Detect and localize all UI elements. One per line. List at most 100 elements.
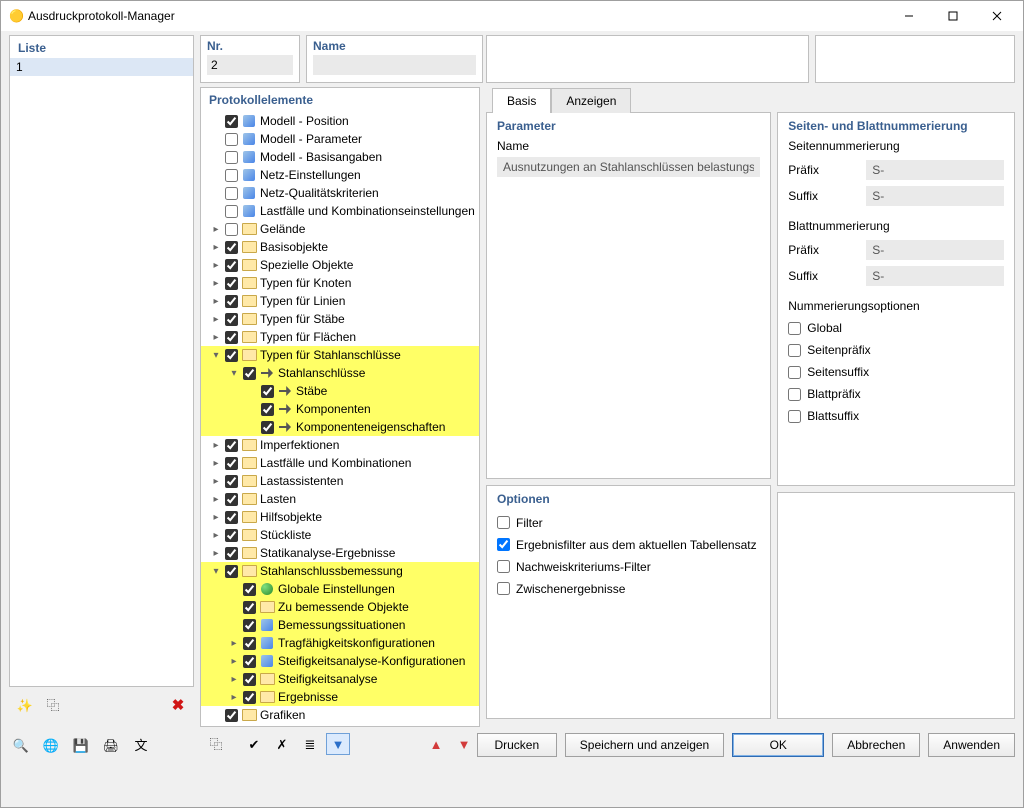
tree-item[interactable]: ▸Spezielle Objekte: [201, 256, 479, 274]
tree-checkbox[interactable]: [225, 241, 238, 254]
tree-checkbox[interactable]: [225, 151, 238, 164]
tree-checkbox[interactable]: [243, 691, 256, 704]
print-button-small[interactable]: 🖨: [99, 734, 123, 756]
tree-item[interactable]: ▸Typen für Flächen: [201, 328, 479, 346]
seiten-prefix-field[interactable]: [866, 160, 1004, 180]
tree-checkbox[interactable]: [225, 457, 238, 470]
abbrechen-button[interactable]: Abbrechen: [832, 733, 920, 757]
tree-checkbox[interactable]: [243, 655, 256, 668]
liste-item[interactable]: 1: [10, 58, 193, 76]
tree-item[interactable]: ▸Lastassistenten: [201, 472, 479, 490]
proto-tree[interactable]: ▸Modell - Position▸Modell - Parameter▸Mo…: [201, 110, 479, 726]
tree-checkbox[interactable]: [225, 349, 238, 362]
tree-item[interactable]: ▸Typen für Linien: [201, 292, 479, 310]
minimize-button[interactable]: [887, 2, 931, 30]
save-disk-button[interactable]: 💾: [69, 734, 93, 756]
numopt-checkbox[interactable]: [788, 344, 801, 357]
option-checkbox[interactable]: [497, 516, 510, 529]
tree-item[interactable]: ▸Netz-Einstellungen: [201, 166, 479, 184]
anwenden-button[interactable]: Anwenden: [928, 733, 1015, 757]
chevron-icon[interactable]: ▸: [209, 278, 223, 289]
chevron-icon[interactable]: ▸: [209, 224, 223, 235]
chevron-icon[interactable]: ▸: [209, 530, 223, 541]
copy-button[interactable]: ⿻: [41, 694, 65, 716]
speichern-anzeigen-button[interactable]: Speichern und anzeigen: [565, 733, 724, 757]
option-checkbox[interactable]: [497, 560, 510, 573]
tree-checkbox[interactable]: [261, 421, 274, 434]
tree-item[interactable]: ▸Komponenten: [201, 400, 479, 418]
reload-button[interactable]: 🌐: [39, 734, 63, 756]
chevron-icon[interactable]: ▸: [209, 476, 223, 487]
chevron-icon[interactable]: ▾: [227, 368, 241, 379]
tree-item[interactable]: ▸Typen für Knoten: [201, 274, 479, 292]
chevron-icon[interactable]: ▸: [209, 260, 223, 271]
tree-checkbox[interactable]: [243, 673, 256, 686]
tree-item[interactable]: ▸Imperfektionen: [201, 436, 479, 454]
tree-checkbox[interactable]: [225, 259, 238, 272]
tree-checkbox[interactable]: [225, 493, 238, 506]
tab-anzeigen[interactable]: Anzeigen: [551, 88, 631, 113]
tab-basis[interactable]: Basis: [492, 88, 551, 113]
chevron-icon[interactable]: ▸: [209, 296, 223, 307]
language-button[interactable]: 文: [129, 734, 153, 756]
tree-item[interactable]: ▸Lastfälle und Kombinationseinstellungen: [201, 202, 479, 220]
tree-checkbox[interactable]: [261, 385, 274, 398]
chevron-icon[interactable]: ▸: [209, 458, 223, 469]
chevron-icon[interactable]: ▸: [209, 512, 223, 523]
chevron-icon[interactable]: ▸: [227, 638, 241, 649]
tree-checkbox[interactable]: [243, 367, 256, 380]
tree-item[interactable]: ▸Grafiken: [201, 706, 479, 724]
tree-checkbox[interactable]: [225, 205, 238, 218]
chevron-icon[interactable]: ▸: [227, 674, 241, 685]
tree-item[interactable]: ▸Stückliste: [201, 526, 479, 544]
tree-item[interactable]: ▸Basisobjekte: [201, 238, 479, 256]
tree-item[interactable]: ▸Lastfälle und Kombinationen: [201, 454, 479, 472]
tree-checkbox[interactable]: [225, 295, 238, 308]
tree-checkbox[interactable]: [225, 313, 238, 326]
tree-checkbox[interactable]: [225, 133, 238, 146]
drucken-button[interactable]: Drucken: [477, 733, 557, 757]
name-field[interactable]: [313, 55, 476, 75]
chevron-icon[interactable]: ▸: [209, 332, 223, 343]
tree-item[interactable]: ▸Komponenteneigenschaften: [201, 418, 479, 436]
tree-checkbox[interactable]: [225, 547, 238, 560]
numopt-checkbox[interactable]: [788, 366, 801, 379]
chevron-icon[interactable]: ▸: [209, 242, 223, 253]
chevron-icon[interactable]: ▸: [209, 548, 223, 559]
numopt-checkbox[interactable]: [788, 410, 801, 423]
ok-button[interactable]: OK: [732, 733, 824, 757]
blatt-suffix-field[interactable]: [866, 266, 1004, 286]
tree-checkbox[interactable]: [225, 277, 238, 290]
chevron-icon[interactable]: ▾: [209, 566, 223, 577]
chevron-icon[interactable]: ▸: [209, 440, 223, 451]
liste-list[interactable]: 1: [10, 58, 193, 686]
tree-checkbox[interactable]: [225, 169, 238, 182]
numopt-checkbox[interactable]: [788, 388, 801, 401]
tree-item[interactable]: ▸Modell - Position: [201, 112, 479, 130]
option-checkbox[interactable]: [497, 538, 510, 551]
tree-item[interactable]: ▸Hilfsobjekte: [201, 508, 479, 526]
tree-checkbox[interactable]: [225, 565, 238, 578]
tree-item[interactable]: ▸Zu bemessende Objekte: [201, 598, 479, 616]
tree-item[interactable]: ▾Stahlanschlussbemessung: [201, 562, 479, 580]
tree-item[interactable]: ▸Lasten: [201, 490, 479, 508]
maximize-button[interactable]: [931, 2, 975, 30]
tree-item[interactable]: ▸Steifigkeitsanalyse-Konfigurationen: [201, 652, 479, 670]
tree-checkbox[interactable]: [225, 187, 238, 200]
chevron-icon[interactable]: ▸: [209, 314, 223, 325]
tree-item[interactable]: ▸Modell - Parameter: [201, 130, 479, 148]
tree-checkbox[interactable]: [225, 439, 238, 452]
tree-item[interactable]: ▸Stäbe: [201, 382, 479, 400]
tree-item[interactable]: ▾Typen für Stahlanschlüsse: [201, 346, 479, 364]
help-button[interactable]: 🔍: [9, 734, 33, 756]
chevron-icon[interactable]: ▸: [227, 656, 241, 667]
tree-item[interactable]: ▸Ergebnisse: [201, 688, 479, 706]
chevron-icon[interactable]: ▸: [209, 494, 223, 505]
tree-checkbox[interactable]: [243, 637, 256, 650]
tree-checkbox[interactable]: [225, 709, 238, 722]
tree-item[interactable]: ▸Steifigkeitsanalyse: [201, 670, 479, 688]
tree-checkbox[interactable]: [225, 511, 238, 524]
tree-checkbox[interactable]: [225, 529, 238, 542]
seiten-suffix-field[interactable]: [866, 186, 1004, 206]
numopt-checkbox[interactable]: [788, 322, 801, 335]
